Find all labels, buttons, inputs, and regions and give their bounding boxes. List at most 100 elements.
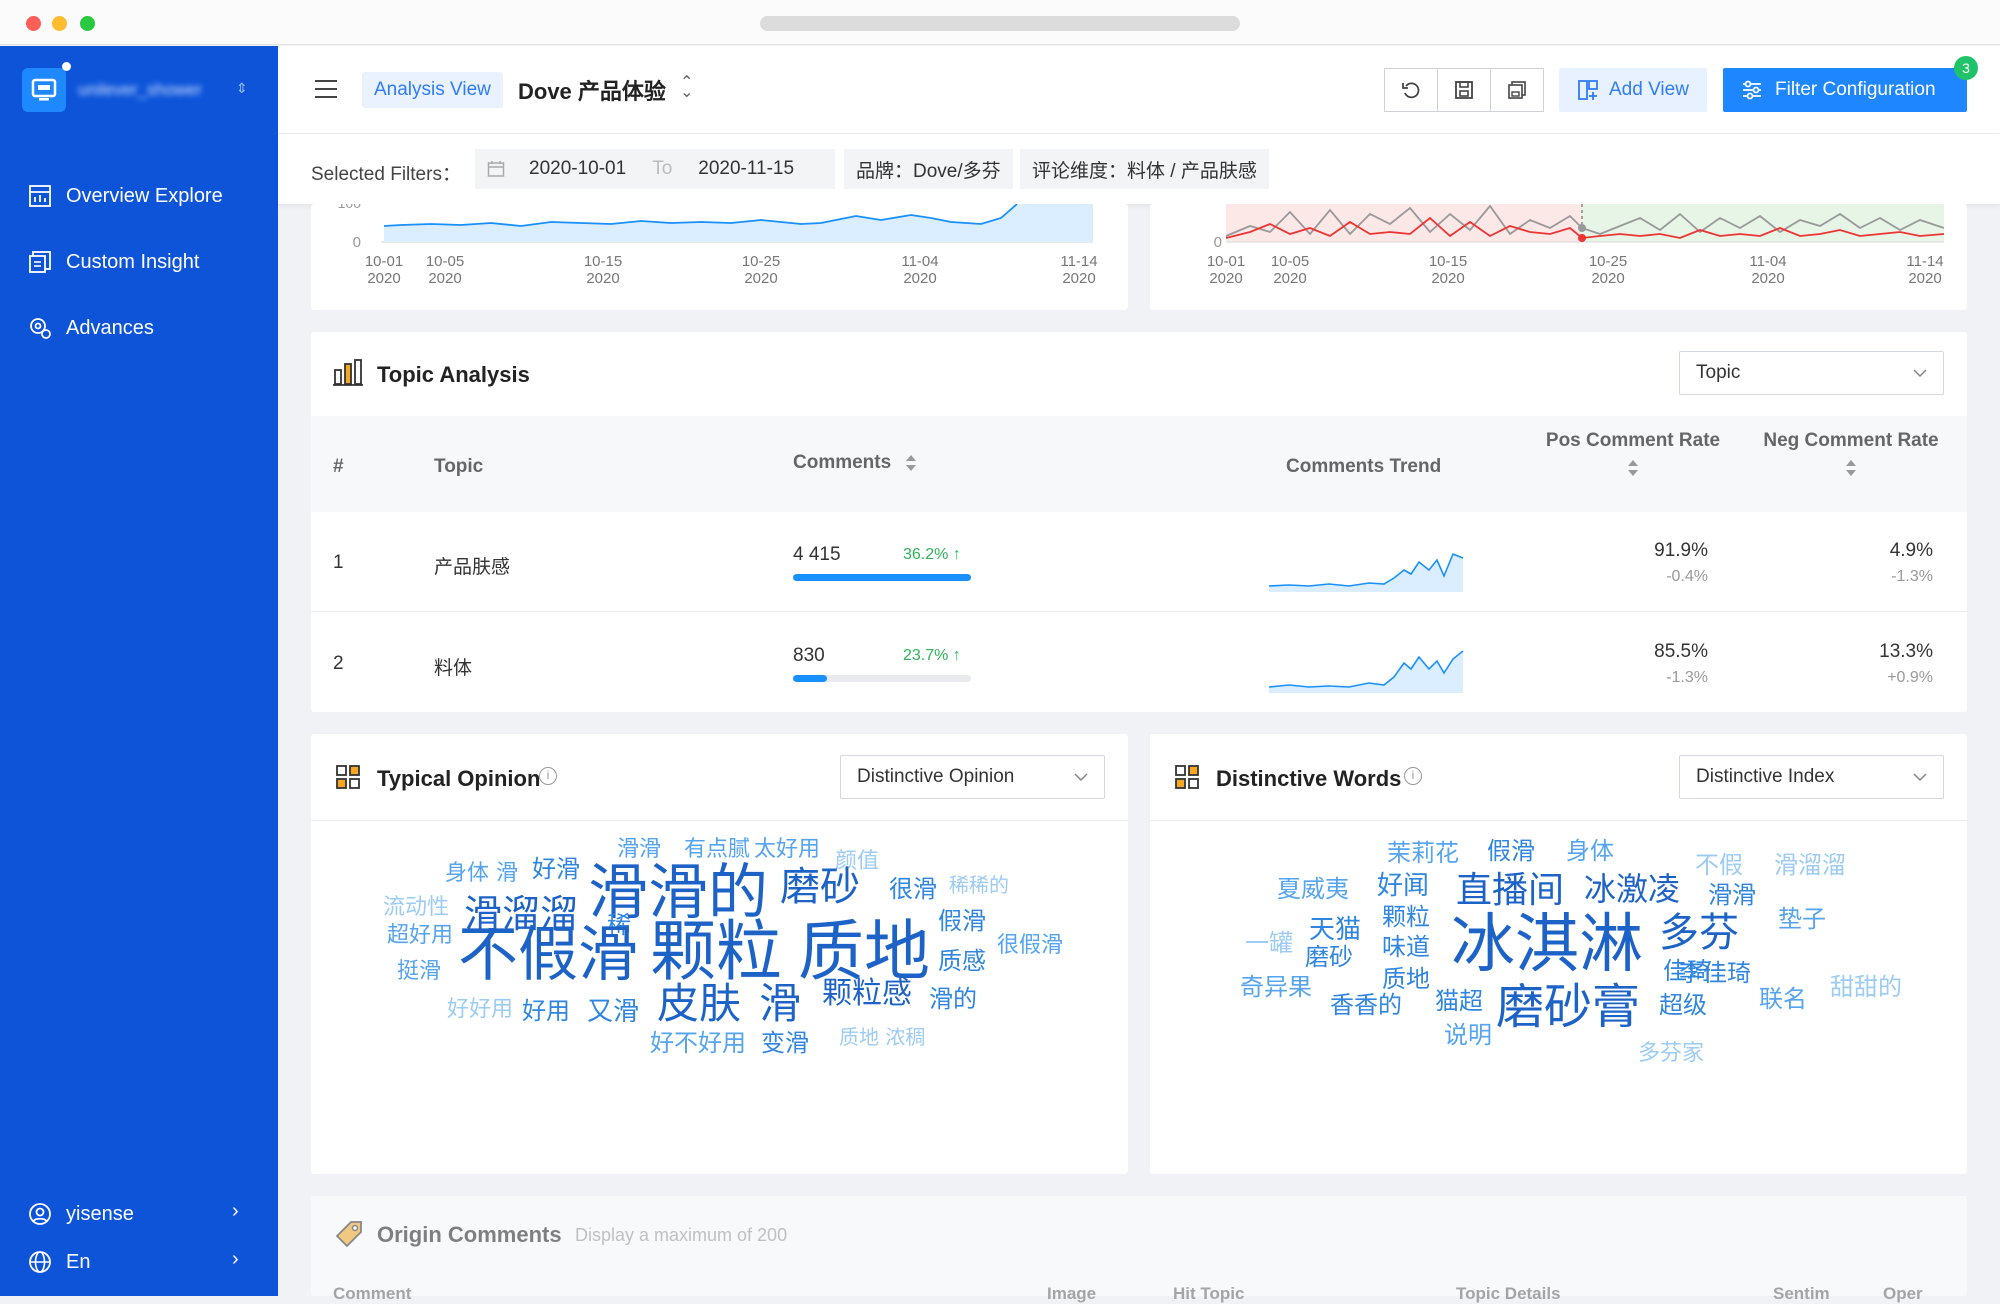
table-row[interactable]: 1 产品肤感 4 415 36.2% ↑ 91.9% -0.4% 4.9% -1… xyxy=(311,512,1967,612)
word-cloud-word[interactable]: 又滑 xyxy=(587,999,639,1025)
word-cloud-word[interactable]: 说明 xyxy=(1444,1023,1492,1047)
word-cloud-word[interactable]: 直播间 xyxy=(1456,873,1564,909)
word-cloud-word[interactable]: 流动性 xyxy=(383,897,449,919)
word-cloud-word[interactable]: 好闻 xyxy=(1377,873,1429,899)
distinctive-index-select[interactable]: Distinctive Index xyxy=(1679,755,1944,799)
word-cloud-word[interactable]: 身体 xyxy=(1566,839,1614,863)
add-view-button[interactable]: Add View xyxy=(1559,68,1707,112)
word-cloud-word[interactable]: 磨砂 xyxy=(780,867,860,907)
word-cloud-word[interactable]: 滑溜溜 xyxy=(1774,853,1846,877)
word-cloud-word[interactable]: 很滑 xyxy=(889,877,937,901)
x-tick-year: 2020 xyxy=(1209,270,1242,287)
word-cloud-word[interactable]: 好用 xyxy=(522,999,570,1023)
info-icon[interactable]: i xyxy=(1404,767,1422,785)
word-cloud-word[interactable]: 变滑 xyxy=(761,1031,809,1055)
insight-icon xyxy=(29,251,51,273)
grid-icon xyxy=(1174,764,1200,795)
origin-comments-card: Origin Comments Display a maximum of 200… xyxy=(311,1196,1967,1303)
word-cloud-word[interactable]: 质地 浓稠 xyxy=(839,1027,925,1047)
filter-configuration-button[interactable]: Filter Configuration xyxy=(1723,68,1967,112)
maximize-window-button[interactable] xyxy=(80,16,95,31)
table-row[interactable]: 2 料体 830 23.7% ↑ 85.5% -1.3% 13.3% +0.9% xyxy=(311,613,1967,712)
language-menu[interactable]: En › xyxy=(0,1234,278,1290)
opinion-type-select[interactable]: Distinctive Opinion xyxy=(840,755,1105,799)
word-cloud-word[interactable]: 李佳琦 xyxy=(1679,961,1751,985)
word-cloud-word[interactable]: 颗粒 xyxy=(1382,905,1430,929)
save-button[interactable] xyxy=(1437,68,1491,112)
word-cloud-word[interactable]: 垫子 xyxy=(1778,907,1826,931)
sort-icon[interactable] xyxy=(904,453,918,473)
x-tick-label: 11-04 xyxy=(901,253,938,270)
account-switch-icon[interactable]: ⇕ xyxy=(236,80,248,97)
account-name[interactable]: unilever_shower xyxy=(78,80,228,100)
word-cloud-word[interactable]: 假滑 xyxy=(1487,839,1535,863)
col-comments[interactable]: Comments xyxy=(793,452,918,474)
sidebar-item-overview-explore[interactable]: Overview Explore xyxy=(0,168,278,224)
word-cloud-word[interactable]: 茉莉花 xyxy=(1387,841,1459,865)
date-to[interactable]: 2020-11-15 xyxy=(698,158,794,180)
y-tick-label: 0 xyxy=(1214,234,1222,251)
date-from[interactable]: 2020-10-01 xyxy=(529,158,626,180)
sort-icon[interactable] xyxy=(1844,458,1858,478)
word-cloud-word[interactable]: 颗粒 xyxy=(650,919,782,985)
view-switch-icon[interactable]: ⌃ ⌄ xyxy=(680,75,693,101)
word-cloud-word[interactable]: 很假滑 xyxy=(997,935,1063,957)
word-cloud-word[interactable]: 猫超 xyxy=(1435,989,1483,1013)
sidebar-item-advances[interactable]: Advances xyxy=(0,300,278,356)
refresh-button[interactable] xyxy=(1384,68,1438,112)
topic-select[interactable]: Topic xyxy=(1679,351,1944,395)
info-icon[interactable]: i xyxy=(539,767,557,785)
col-neg-rate[interactable]: Neg Comment Rate xyxy=(1751,430,1951,484)
row-comments: 4 415 xyxy=(793,544,841,565)
sidebar-item-custom-insight[interactable]: Custom Insight xyxy=(0,234,278,290)
word-cloud-word[interactable]: 超级 xyxy=(1659,993,1707,1017)
word-cloud-word[interactable]: 冰激凌 xyxy=(1584,873,1680,905)
word-cloud-word[interactable]: 质地 xyxy=(1382,967,1430,991)
word-cloud-word[interactable]: 不假 xyxy=(1695,853,1743,877)
word-cloud-word[interactable]: 稀稀的 xyxy=(949,875,1009,895)
col-pos-rate[interactable]: Pos Comment Rate xyxy=(1523,430,1743,484)
word-cloud-word[interactable]: 质感 xyxy=(938,949,986,973)
x-tick-year: 2020 xyxy=(903,270,936,287)
word-cloud-word[interactable]: 冰淇淋 xyxy=(1451,913,1643,977)
sort-icon[interactable] xyxy=(1626,458,1640,478)
word-cloud-word[interactable]: 天猫 xyxy=(1309,917,1361,943)
word-cloud-word[interactable]: 颗粒感 xyxy=(822,979,912,1009)
y-tick-label: 0 xyxy=(353,234,361,251)
word-cloud-word[interactable]: 挺滑 xyxy=(397,961,441,983)
word-cloud-word[interactable]: 好不好用 xyxy=(650,1031,746,1055)
menu-toggle[interactable] xyxy=(314,78,338,105)
word-cloud-word[interactable]: 甜甜的 xyxy=(1830,975,1902,999)
word-cloud-word[interactable]: 磨砂膏 xyxy=(1496,983,1640,1031)
chevron-down-icon xyxy=(1913,369,1927,377)
word-cloud-word[interactable]: 好好用 xyxy=(447,999,513,1021)
word-cloud-word[interactable]: 味道 xyxy=(1382,935,1430,959)
word-cloud-word[interactable]: 多芬家 xyxy=(1638,1043,1704,1065)
date-range-picker[interactable]: 2020-10-01 To 2020-11-15 xyxy=(475,149,835,189)
save-as-button[interactable] xyxy=(1490,68,1544,112)
word-cloud-word[interactable]: 身体 滑 xyxy=(445,863,518,885)
word-cloud-word[interactable]: 奇异果 xyxy=(1240,975,1312,999)
word-cloud-word[interactable]: 滑 xyxy=(759,983,801,1025)
word-cloud-word[interactable]: 一罐 xyxy=(1245,931,1293,955)
address-bar[interactable] xyxy=(760,16,1240,31)
word-cloud-word[interactable]: 多芬 xyxy=(1659,913,1739,953)
word-cloud-word[interactable]: 滑的 xyxy=(929,987,977,1011)
col-comment: Comment xyxy=(333,1284,412,1303)
word-cloud-word[interactable]: 夏威夷 xyxy=(1277,877,1349,901)
dimension-filter-chip[interactable]: 评论维度：料体 / 产品肤感 xyxy=(1020,149,1269,189)
account-avatar[interactable] xyxy=(22,68,66,112)
brand-filter-chip[interactable]: 品牌：Dove/多芬 xyxy=(844,149,1013,189)
word-cloud-word[interactable]: 假滑 xyxy=(938,909,986,933)
word-cloud-word[interactable]: 滑滑 xyxy=(1708,883,1756,907)
word-cloud-word[interactable]: 磨砂 xyxy=(1305,945,1353,969)
close-window-button[interactable] xyxy=(26,16,41,31)
word-cloud-word[interactable]: 香香的 xyxy=(1330,993,1402,1017)
minimize-window-button[interactable] xyxy=(52,16,67,31)
word-cloud-word[interactable]: 皮肤 xyxy=(657,983,741,1025)
word-cloud-word[interactable]: 好滑 xyxy=(532,857,580,881)
word-cloud-word[interactable]: 联名 xyxy=(1759,987,1807,1011)
word-cloud-word[interactable]: 超好用 xyxy=(387,925,453,947)
word-cloud-word[interactable]: 不假滑 xyxy=(458,925,638,985)
topic-select-value: Topic xyxy=(1696,362,1741,383)
